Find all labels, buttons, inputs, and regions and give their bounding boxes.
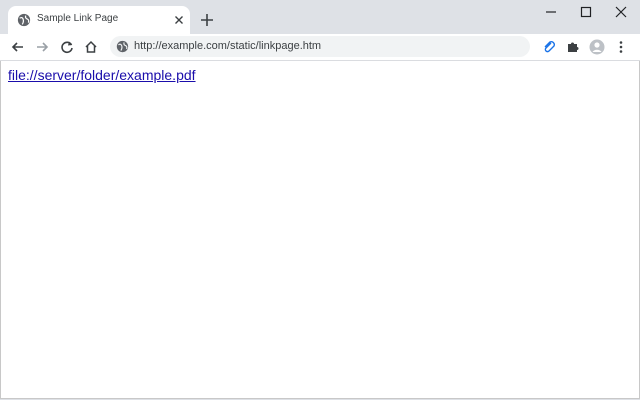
file-link[interactable]: file://server/folder/example.pdf [8, 67, 196, 83]
menu-kebab-icon[interactable] [613, 39, 629, 55]
address-bar[interactable]: http://example.com/static/linkpage.htm [110, 36, 530, 57]
puzzle-extensions-icon[interactable] [565, 39, 581, 55]
maximize-icon[interactable] [578, 4, 594, 20]
toolbar: http://example.com/static/linkpage.htm [0, 34, 640, 61]
close-tab-icon[interactable] [172, 13, 186, 27]
globe-icon[interactable] [116, 40, 129, 53]
new-tab-icon[interactable] [199, 12, 215, 28]
tab-sample-link-page[interactable]: Sample Link Page [8, 6, 190, 34]
minimize-icon[interactable] [543, 4, 559, 20]
tab-strip: Sample Link Page [0, 0, 640, 34]
profile-avatar-icon[interactable] [589, 39, 605, 55]
paperclip-extension-icon[interactable] [541, 39, 557, 55]
reload-icon[interactable] [59, 39, 75, 55]
address-url[interactable]: http://example.com/static/linkpage.htm [134, 40, 321, 52]
back-icon[interactable] [10, 39, 26, 55]
close-window-icon[interactable] [613, 4, 629, 20]
globe-icon [17, 13, 31, 27]
page-content: file://server/folder/example.pdf [0, 61, 640, 399]
forward-icon[interactable] [34, 39, 50, 55]
browser-window: Sample Link Page http://example.com/stat… [0, 0, 640, 400]
home-icon[interactable] [83, 39, 99, 55]
tab-title: Sample Link Page [37, 13, 119, 24]
